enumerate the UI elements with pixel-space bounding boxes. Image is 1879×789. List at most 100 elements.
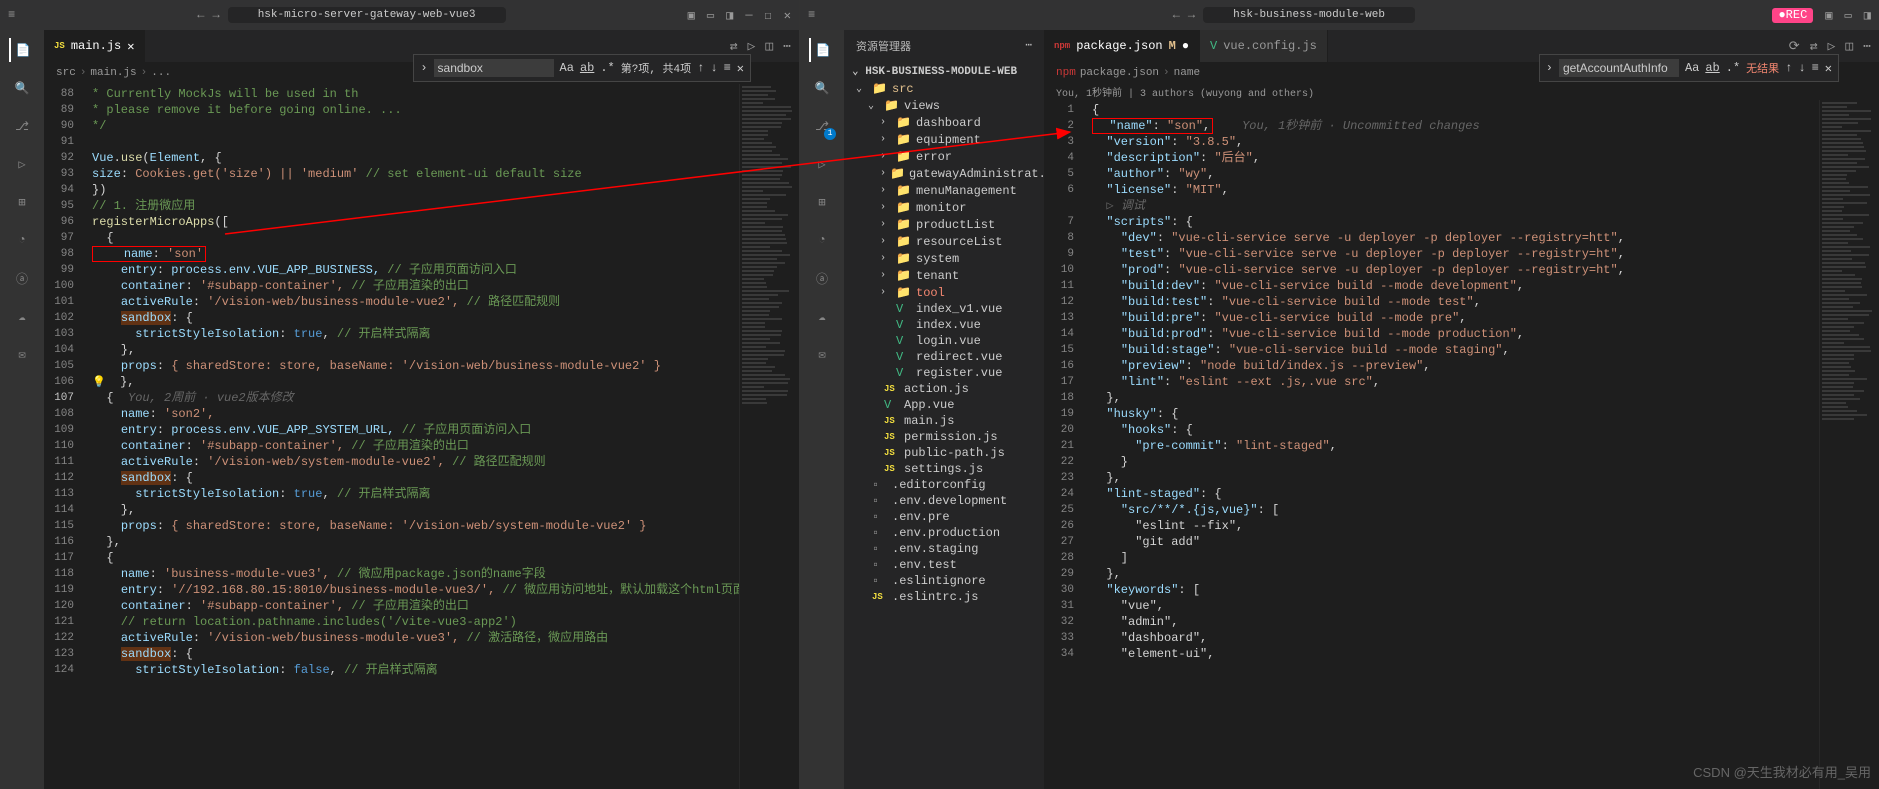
extensions-icon[interactable]: ⊞	[10, 190, 34, 214]
code-line[interactable]: "preview": "node build/index.js --previe…	[1084, 358, 1819, 374]
tab-package.json[interactable]: npmpackage.jsonM●	[1044, 30, 1200, 62]
scm-icon[interactable]: ⎇1	[810, 114, 834, 138]
timeline-icon[interactable]: ◔	[10, 228, 34, 252]
case-icon[interactable]: Aa	[560, 61, 574, 75]
tree-item-.eslintignore[interactable]: ▫.eslintignore	[844, 573, 1044, 589]
forward-icon[interactable]: →	[1188, 8, 1195, 22]
code-line[interactable]: entry: '//192.168.80.15:8010/business-mo…	[84, 582, 739, 598]
scm-icon[interactable]: ⎇	[10, 114, 34, 138]
cloud-icon[interactable]: ☁	[810, 304, 834, 328]
tree-item-redirect.vue[interactable]: Vredirect.vue	[844, 349, 1044, 365]
tree-item-index_v1.vue[interactable]: Vindex_v1.vue	[844, 301, 1044, 317]
code-line[interactable]: activeRule: '/vision-web/business-module…	[84, 630, 739, 646]
code-line[interactable]: "husky": {	[1084, 406, 1819, 422]
expand-icon[interactable]: ›	[420, 61, 427, 75]
breadcrumb-item[interactable]: ...	[151, 67, 171, 79]
code-line[interactable]: },	[1084, 390, 1819, 406]
code-line[interactable]: "license": "MIT",	[1084, 182, 1819, 198]
code-line[interactable]: ]	[1084, 550, 1819, 566]
code-line[interactable]: { You, 2周前 · vue2版本修改	[84, 390, 739, 406]
compare-icon[interactable]: ⇄	[1810, 39, 1818, 54]
code-line[interactable]	[84, 134, 739, 150]
close-tab-icon[interactable]: ✕	[127, 39, 134, 54]
code-line[interactable]: container: '#subapp-container', // 子应用渲染…	[84, 438, 739, 454]
extensions-icon[interactable]: ⊞	[810, 190, 834, 214]
word-icon[interactable]: ab	[580, 61, 594, 75]
explorer-icon[interactable]: 📄	[809, 38, 833, 62]
forward-icon[interactable]: →	[212, 8, 219, 22]
debug-icon[interactable]: ▷	[10, 152, 34, 176]
code-line[interactable]: },	[84, 534, 739, 550]
breadcrumb-item[interactable]: name	[1174, 67, 1200, 79]
code-line[interactable]: activeRule: '/vision-web/system-module-v…	[84, 454, 739, 470]
code-line[interactable]: "dev": "vue-cli-service serve -u deploye…	[1084, 230, 1819, 246]
next-icon[interactable]: ↓	[710, 61, 717, 75]
code-line[interactable]: // return location.pathname.includes('/v…	[84, 614, 739, 630]
code-line[interactable]: size: Cookies.get('size') || 'medium' //…	[84, 166, 739, 182]
code-line[interactable]: "hooks": {	[1084, 422, 1819, 438]
split-icon[interactable]: ◫	[765, 39, 773, 54]
prev-icon[interactable]: ↑	[697, 61, 704, 75]
tree-item-views[interactable]: ⌄📁views	[844, 97, 1044, 114]
code-line[interactable]: "build:test": "vue-cli-service build --m…	[1084, 294, 1819, 310]
code-line[interactable]: name: 'son2',	[84, 406, 739, 422]
sidebar-toggle-icon[interactable]: ◨	[726, 8, 733, 23]
case-icon[interactable]: Aa	[1685, 61, 1699, 75]
tree-item-dashboard[interactable]: ›📁dashboard	[844, 114, 1044, 131]
tree-item-.env.staging[interactable]: ▫.env.staging	[844, 541, 1044, 557]
code-line[interactable]: props: { sharedStore: store, baseName: '…	[84, 518, 739, 534]
aws-icon[interactable]: ⓐ	[810, 266, 834, 290]
code-line[interactable]: "build:stage": "vue-cli-service build --…	[1084, 342, 1819, 358]
code-line[interactable]: "build:prod": "vue-cli-service build --m…	[1084, 326, 1819, 342]
code-line[interactable]: "admin",	[1084, 614, 1819, 630]
explorer-icon[interactable]: 📄	[9, 38, 33, 62]
code-line[interactable]: strictStyleIsolation: true, // 开启样式隔离	[84, 326, 739, 342]
code-line[interactable]: // 1. 注册微应用	[84, 198, 739, 214]
code-line[interactable]: "scripts": {	[1084, 214, 1819, 230]
menu-icon[interactable]: ≡	[808, 8, 815, 22]
code-line[interactable]: "lint": "eslint --ext .js,.vue src",	[1084, 374, 1819, 390]
code-line[interactable]: })	[84, 182, 739, 198]
code-line[interactable]: "eslint --fix",	[1084, 518, 1819, 534]
tree-item-.editorconfig[interactable]: ▫.editorconfig	[844, 477, 1044, 493]
tree-item-.eslintrc.js[interactable]: JS.eslintrc.js	[844, 589, 1044, 605]
expand-icon[interactable]: ›	[1546, 61, 1553, 75]
tree-item-tool[interactable]: ›📁tool	[844, 284, 1044, 301]
codelens[interactable]: You, 1秒钟前 | 3 authors (wuyong and others…	[1044, 84, 1879, 100]
run-icon[interactable]: ▷	[748, 39, 756, 54]
tree-item-system[interactable]: ›📁system	[844, 250, 1044, 267]
filter-icon[interactable]: ≡	[724, 61, 731, 75]
word-icon[interactable]: ab	[1705, 61, 1719, 75]
code-line[interactable]: sandbox: {	[84, 310, 739, 326]
code-line[interactable]: "keywords": [	[1084, 582, 1819, 598]
code-line[interactable]: */	[84, 118, 739, 134]
code-line[interactable]: * please remove it before going online. …	[84, 102, 739, 118]
code-line[interactable]: "src/**/*.{js,vue}": [	[1084, 502, 1819, 518]
close-icon[interactable]: ✕	[784, 8, 791, 23]
timeline-icon[interactable]: ⟳	[1789, 39, 1800, 54]
panel-icon[interactable]: ▭	[707, 8, 714, 23]
find-input[interactable]	[434, 59, 554, 77]
code-line[interactable]: ▷ 调试	[1084, 198, 1819, 214]
code-line[interactable]: Vue.use(Element, {	[84, 150, 739, 166]
tree-item-.env.production[interactable]: ▫.env.production	[844, 525, 1044, 541]
panel-icon[interactable]: ▭	[1845, 8, 1852, 23]
tree-item-action.js[interactable]: JSaction.js	[844, 381, 1044, 397]
close-find-icon[interactable]: ✕	[1825, 61, 1832, 76]
more-icon[interactable]: ⋯	[1025, 38, 1032, 54]
code-line[interactable]: name: 'business-module-vue3', // 微应用pack…	[84, 566, 739, 582]
tree-item-menuManagement[interactable]: ›📁menuManagement	[844, 182, 1044, 199]
code-line[interactable]: sandbox: {	[84, 470, 739, 486]
search-icon[interactable]: 🔍	[810, 76, 834, 100]
regex-icon[interactable]: .*	[1726, 61, 1740, 75]
breadcrumb-item[interactable]: main.js	[90, 67, 136, 79]
code-line[interactable]: {	[1084, 102, 1819, 118]
menu-icon[interactable]: ≡	[8, 8, 15, 22]
code-line[interactable]: strictStyleIsolation: true, // 开启样式隔离	[84, 486, 739, 502]
code-line[interactable]: container: '#subapp-container', // 子应用渲染…	[84, 598, 739, 614]
code-line[interactable]: "prod": "vue-cli-service serve -u deploy…	[1084, 262, 1819, 278]
code-line[interactable]: "vue",	[1084, 598, 1819, 614]
chevron-down-icon[interactable]: ⌄	[852, 66, 859, 78]
code-line[interactable]: },	[1084, 566, 1819, 582]
code-line[interactable]: * Currently MockJs will be used in th	[84, 86, 739, 102]
